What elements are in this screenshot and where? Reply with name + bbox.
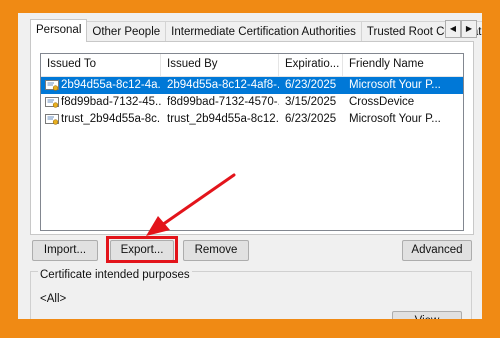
expiration-cell: 6/23/2025 bbox=[285, 79, 337, 91]
issued-to-cell: trust_2b94d55a-8c... bbox=[41, 111, 161, 128]
tab-personal[interactable]: Personal bbox=[30, 19, 88, 42]
issued-by-cell: f8d99bad-7132-4570-... bbox=[167, 96, 279, 108]
tab-other-people[interactable]: Other People bbox=[86, 21, 167, 42]
friendly-name-cell: CrossDevice bbox=[349, 96, 415, 108]
issued-to-cell: 2b94d55a-8c12-4a... bbox=[41, 77, 161, 94]
table-row[interactable]: f8d99bad-7132-45... f8d99bad-7132-4570-.… bbox=[41, 94, 463, 111]
issued-to-text: trust_2b94d55a-8c... bbox=[61, 113, 161, 125]
advanced-button[interactable]: Advanced bbox=[402, 240, 472, 261]
list-header: Issued To Issued By Expiratio... Friendl… bbox=[41, 54, 463, 77]
issued-by-cell: trust_2b94d55a-8c12... bbox=[167, 113, 279, 125]
expiration-cell: 3/15/2025 bbox=[285, 96, 337, 108]
certificate-icon bbox=[45, 79, 59, 91]
export-button[interactable]: Export... bbox=[110, 240, 174, 261]
friendly-name-cell: Microsoft Your P... bbox=[349, 79, 441, 91]
scroll-left-icon[interactable]: ◀ bbox=[445, 20, 461, 38]
store-tabs: Personal Other People Intermediate Certi… bbox=[30, 19, 482, 42]
issued-to-text: 2b94d55a-8c12-4a... bbox=[61, 79, 161, 91]
import-button[interactable]: Import... bbox=[32, 240, 98, 261]
expiration-cell: 6/23/2025 bbox=[285, 113, 337, 125]
issued-to-text: f8d99bad-7132-45... bbox=[61, 96, 161, 108]
issued-by-cell: 2b94d55a-8c12-4af8-... bbox=[167, 79, 279, 91]
certificate-icon bbox=[45, 96, 59, 108]
tab-intermediate-ca[interactable]: Intermediate Certification Authorities bbox=[165, 21, 362, 42]
purposes-title: Certificate intended purposes bbox=[38, 269, 192, 281]
purposes-value: <All> bbox=[40, 293, 67, 305]
table-row[interactable]: 2b94d55a-8c12-4a... 2b94d55a-8c12-4af8-.… bbox=[41, 77, 463, 94]
certificate-list[interactable]: Issued To Issued By Expiratio... Friendl… bbox=[40, 53, 464, 231]
certificates-dialog: Personal Other People Intermediate Certi… bbox=[18, 13, 482, 319]
column-expiration[interactable]: Expiratio... bbox=[279, 54, 343, 76]
issued-to-cell: f8d99bad-7132-45... bbox=[41, 94, 161, 111]
view-button[interactable]: View bbox=[392, 311, 462, 319]
remove-button[interactable]: Remove bbox=[183, 240, 249, 261]
column-issued-to[interactable]: Issued To bbox=[41, 54, 161, 76]
friendly-name-cell: Microsoft Your P... bbox=[349, 113, 441, 125]
certificate-icon bbox=[45, 113, 59, 125]
scroll-right-icon[interactable]: ▶ bbox=[461, 20, 477, 38]
column-friendly-name[interactable]: Friendly Name bbox=[343, 54, 463, 76]
column-issued-by[interactable]: Issued By bbox=[161, 54, 279, 76]
table-row[interactable]: trust_2b94d55a-8c... trust_2b94d55a-8c12… bbox=[41, 111, 463, 128]
